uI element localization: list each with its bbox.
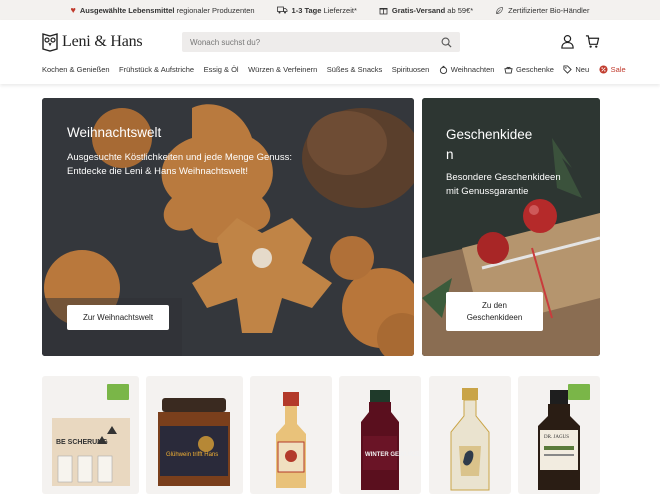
nav-wuerzen[interactable]: Würzen & Verfeinern (248, 65, 317, 74)
heart-icon: ♥ (70, 4, 76, 15)
gift-ideas-button-line1: Zu den (482, 300, 507, 310)
gift-ideas-button-line2: Geschenkideen (466, 312, 523, 322)
product-card[interactable]: Glühwein trifft Hans (146, 376, 243, 494)
product-card[interactable] (429, 376, 511, 494)
search-input[interactable] (190, 37, 441, 47)
hero-main-text: Ausgesuchte Köstlichkeiten und jede Meng… (67, 152, 292, 177)
hero-christmas-banner[interactable]: Weihnachtswelt Ausgesuchte Köstlichkeite… (42, 98, 414, 356)
usp-shipping: Gratis-Versand ab 59€* (379, 6, 473, 15)
usp-delivery: 1-3 Tage Lieferzeit* (276, 5, 357, 15)
usp-shipping-text: ab 59€* (445, 5, 474, 15)
nav-weihnachten[interactable]: Weihnachten (439, 65, 495, 74)
punch-bottle-image (276, 392, 306, 488)
winter-spice-bottle-image: WINTER GEWÜRZE (361, 390, 421, 490)
site-header: Leni & Hans Kochen & Genießen Frühstück … (0, 20, 660, 84)
product-card[interactable]: DR. JAGUS (518, 376, 600, 494)
nav-spirituosen-label: Spirituosen (391, 65, 430, 74)
usp-bio: Zertifizierter Bio-Händler (495, 6, 589, 15)
nav-suesses[interactable]: Süßes & Snacks (327, 65, 382, 74)
owl-logo-icon (42, 33, 58, 52)
nav-geschenke-label: Geschenke (515, 65, 554, 74)
shopping-cart-icon[interactable] (585, 34, 600, 49)
usp-bar: ♥ Ausgewählte Lebensmittel regionaler Pr… (0, 0, 660, 20)
product-card[interactable] (250, 376, 332, 494)
herbal-liqueur-label: DR. JAGUS (544, 435, 569, 440)
logo-text: Leni & Hans (62, 33, 143, 50)
truck-icon (276, 6, 287, 14)
hero-side-title: Geschenkidee n (446, 125, 566, 165)
nav-geschenke[interactable]: Geschenke (504, 65, 554, 74)
gift-set-image: BE SCHERUNG (52, 418, 130, 486)
chutney-jar-image: Glühwein trifft Hans (158, 398, 230, 486)
usp-regional-text: regionaler Produzenten (174, 5, 255, 15)
usp-bio-text: Zertifizierter Bio-Händler (508, 5, 590, 15)
product-card[interactable]: WINTER GEWÜRZE (339, 376, 421, 494)
hero-main-title: Weihnachtswelt (67, 125, 162, 140)
gift-icon (379, 7, 388, 14)
winter-spice-label: WINTER GEWÜRZE (365, 451, 421, 458)
herbal-liqueur-image: DR. JAGUS (538, 390, 580, 490)
nav-essig-oel-label: Essig & Öl (203, 65, 239, 74)
chutney-label: Glühwein trifft Hans (166, 452, 218, 458)
nav-neu[interactable]: Neu (563, 65, 589, 74)
nav-spirituosen[interactable]: Spirituosen (392, 65, 430, 74)
product-card[interactable]: BE SCHERUNG (42, 376, 139, 494)
search-bar[interactable] (182, 32, 460, 52)
nav-sale-label: Sale (610, 65, 626, 74)
nav-essig-oel[interactable]: Essig & Öl (204, 65, 239, 74)
nav-sale[interactable]: Sale (599, 65, 626, 74)
hero-gift-ideas-banner[interactable]: Geschenkidee n Besondere Geschenkideen m… (422, 98, 600, 356)
gin-bottle-image (450, 388, 490, 491)
tag-icon (563, 65, 573, 74)
user-account-icon[interactable] (560, 34, 575, 49)
usp-delivery-text: Lieferzeit* (321, 5, 357, 15)
leaf-icon (496, 6, 504, 14)
hero-side-title-line2: n (446, 147, 454, 162)
logo[interactable]: Leni & Hans (42, 32, 143, 52)
nav-suesses-label: Süßes & Snacks (326, 65, 383, 74)
nav-fruehstueck-label: Frühstück & Aufstriche (119, 65, 195, 74)
header-actions (560, 34, 600, 49)
usp-regional: ♥ Ausgewählte Lebensmittel regionaler Pr… (70, 4, 255, 15)
hero-side-text: Besondere Geschenkideen mit Genussgarant… (446, 172, 561, 197)
hero-side-title-line1: Geschenkidee (446, 127, 533, 142)
nav-neu-label: Neu (575, 65, 590, 74)
usp-shipping-bold: Gratis-Versand (391, 5, 446, 15)
percent-icon (599, 65, 608, 74)
product-row: BE SCHERUNG Glühwein trifft Hans WINTER … (42, 376, 600, 494)
nav-fruehstueck[interactable]: Frühstück & Aufstriche (119, 65, 194, 74)
gift-box-icon (504, 66, 513, 74)
gift-ideas-button[interactable]: Zu den Geschenkideen (446, 292, 543, 331)
ornament-icon (439, 65, 447, 74)
nav-kochen[interactable]: Kochen & Genießen (42, 65, 110, 74)
usp-delivery-bold: 1-3 Tage (291, 5, 322, 15)
main-navigation: Kochen & Genießen Frühstück & Aufstriche… (42, 65, 626, 74)
christmas-world-button[interactable]: Zur Weihnachtswelt (67, 305, 169, 330)
nav-kochen-label: Kochen & Genießen (42, 65, 110, 74)
nav-weihnachten-label: Weihnachten (450, 65, 495, 74)
search-icon[interactable] (441, 37, 452, 48)
nav-wuerzen-label: Würzen & Verfeinern (248, 65, 318, 74)
usp-regional-bold: Ausgewählte Lebensmittel (79, 5, 175, 15)
